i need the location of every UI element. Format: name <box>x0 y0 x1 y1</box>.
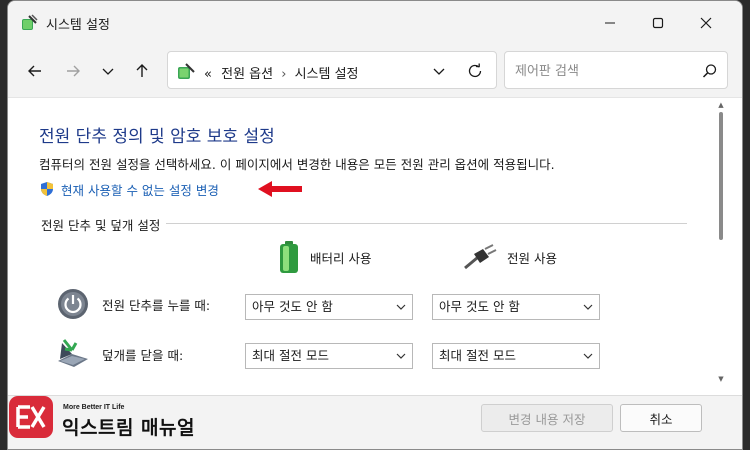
logo-badge-icon <box>9 396 53 438</box>
power-button-row: 전원 단추를 누를 때: <box>56 286 210 322</box>
chevron-down-icon <box>583 353 593 359</box>
cancel-button[interactable]: 취소 <box>620 404 702 432</box>
logo-name: 익스트림 매뉴얼 <box>62 417 195 439</box>
up-button[interactable] <box>128 57 156 85</box>
refresh-icon[interactable] <box>466 62 484 80</box>
power-button-icon <box>58 289 88 319</box>
battery-icon <box>280 241 298 273</box>
window-title: 시스템 설정 <box>46 18 110 33</box>
watermark-logo: More Better IT Life 익스트림 매뉴얼 <box>7 394 267 446</box>
vertical-scrollbar[interactable]: ▲ ▼ <box>716 102 726 383</box>
power-button-battery-select[interactable]: 아무 것도 안 함 <box>245 294 413 320</box>
lid-close-battery-select[interactable]: 최대 절전 모드 <box>245 343 413 369</box>
minimize-icon <box>605 22 615 24</box>
lid-close-plugged-select[interactable]: 최대 절전 모드 <box>432 343 600 369</box>
plugged-in-column-header: 전원 사용 <box>463 240 557 274</box>
search-box[interactable] <box>504 51 728 89</box>
control-panel-window: 시스템 설정 « 전원 옵션 › 시스템 설정 제어판 검색 전원 단추 정의 … <box>7 0 743 450</box>
breadcrumb-item-system-settings[interactable]: 시스템 설정 <box>295 67 359 82</box>
breadcrumb: « 전원 옵션 › 시스템 설정 <box>204 63 359 82</box>
breadcrumb-item-power-options[interactable]: 전원 옵션 <box>221 67 273 82</box>
search-icon[interactable] <box>701 62 719 80</box>
select-value: 아무 것도 안 함 <box>252 299 333 314</box>
change-link-label[interactable]: 현재 사용할 수 없는 설정 변경 <box>61 180 219 199</box>
logo-mark-icon <box>16 405 46 429</box>
scroll-down-icon[interactable]: ▼ <box>716 376 726 383</box>
lid-close-row: 덮개를 닫을 때: <box>56 336 183 372</box>
arrow-up-icon <box>136 64 148 77</box>
plugged-in-column-label: 전원 사용 <box>507 250 557 266</box>
navigation-bar: « 전원 옵션 › 시스템 설정 <box>8 45 742 97</box>
page-description: 컴퓨터의 전원 설정을 선택하세요. 이 페이지에서 변경한 내용은 모든 전원… <box>39 157 555 172</box>
lid-close-label: 덮개를 닫을 때: <box>102 347 184 363</box>
battery-column-header: 배터리 사용 <box>278 240 371 274</box>
close-button[interactable] <box>686 9 726 37</box>
battery-column-label: 배터리 사용 <box>310 250 372 266</box>
chevron-down-icon <box>583 304 593 310</box>
scroll-up-icon[interactable]: ▲ <box>716 102 726 109</box>
maximize-icon <box>652 17 664 29</box>
section-heading: 전원 단추 및 덮개 설정 <box>41 215 167 234</box>
minimize-button[interactable] <box>590 9 630 37</box>
breadcrumb-overflow[interactable]: « <box>204 67 212 82</box>
change-unavailable-settings-link[interactable]: 현재 사용할 수 없는 설정 변경 <box>39 179 219 199</box>
chevron-down-icon <box>396 304 406 310</box>
chevron-down-icon <box>396 353 406 359</box>
arrow-left-icon <box>28 65 41 77</box>
logo-tagline: More Better IT Life <box>63 404 125 411</box>
power-button-plugged-select[interactable]: 아무 것도 안 함 <box>432 294 600 320</box>
address-bar[interactable]: « 전원 옵션 › 시스템 설정 <box>167 51 497 89</box>
maximize-button[interactable] <box>638 9 678 37</box>
breadcrumb-separator: › <box>281 67 287 82</box>
select-value: 아무 것도 안 함 <box>439 299 520 314</box>
power-plug-icon <box>464 244 497 270</box>
chevron-down-icon[interactable] <box>430 62 448 80</box>
power-options-app-icon <box>22 14 38 30</box>
back-button[interactable] <box>21 57 49 85</box>
select-value: 최대 절전 모드 <box>252 348 329 363</box>
main-content: 전원 단추 정의 및 암호 보호 설정 컴퓨터의 전원 설정을 선택하세요. 이… <box>8 97 742 395</box>
scrollbar-thumb[interactable] <box>719 112 723 240</box>
title-bar: 시스템 설정 <box>8 1 742 45</box>
laptop-lid-icon <box>58 339 88 367</box>
power-button-label: 전원 단추를 누를 때: <box>102 297 211 313</box>
recent-locations-button[interactable] <box>94 57 122 85</box>
chevron-down-icon <box>102 68 114 75</box>
power-options-icon <box>178 63 195 79</box>
page-title: 전원 단추 정의 및 암호 보호 설정 <box>39 127 275 147</box>
select-value: 최대 절전 모드 <box>439 348 516 363</box>
arrow-right-icon <box>67 65 80 77</box>
save-changes-button[interactable]: 변경 내용 저장 <box>481 404 613 432</box>
close-icon <box>700 17 712 29</box>
red-arrow-annotation-icon <box>258 181 302 197</box>
uac-shield-icon <box>41 182 53 196</box>
forward-button[interactable] <box>59 57 87 85</box>
search-input[interactable] <box>515 61 685 81</box>
